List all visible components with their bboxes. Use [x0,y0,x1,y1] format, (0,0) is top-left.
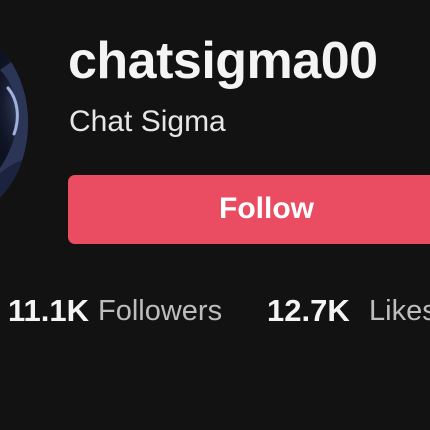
avatar[interactable] [0,30,28,216]
likes-label[interactable]: Likes [369,292,430,330]
likes-count[interactable]: 12.7K [267,292,350,330]
follow-button-label[interactable]: Follow [219,190,314,228]
avatar-image [0,30,28,216]
username: chatsigma00 [68,32,378,90]
followers-count[interactable]: 11.1K [8,292,89,330]
profile-header: chatsigma00 Chat Sigma Follow 11.1K Foll… [0,0,430,430]
display-name: Chat Sigma [69,105,226,138]
followers-label[interactable]: Followers [98,292,222,330]
